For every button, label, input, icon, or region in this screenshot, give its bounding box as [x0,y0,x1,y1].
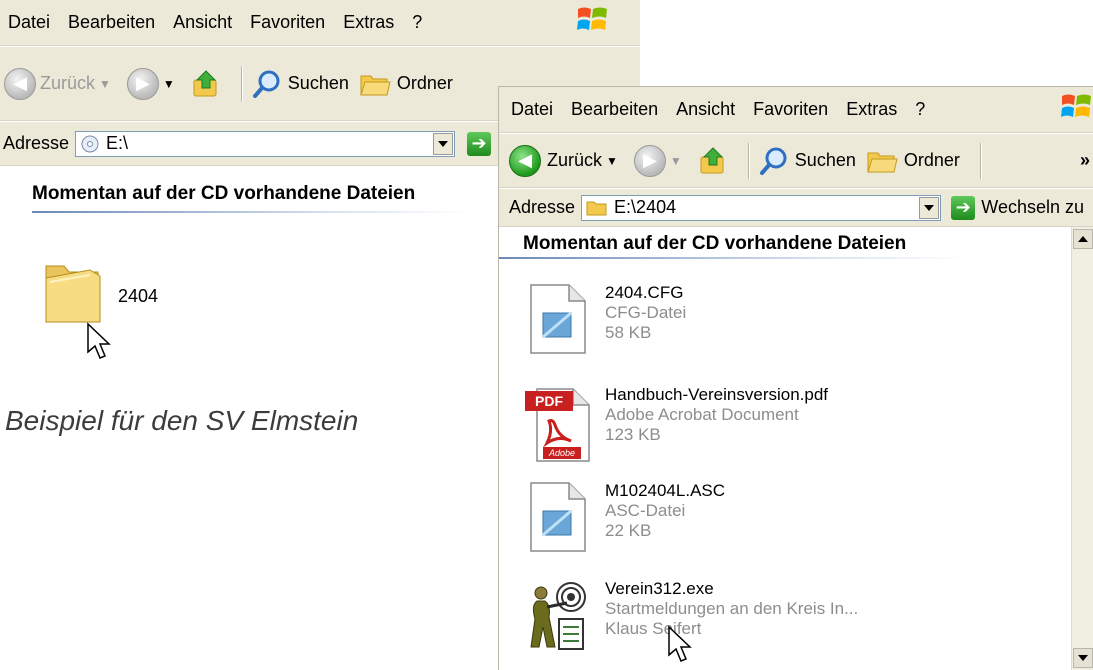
caption-text: Beispiel für den SV Elmstein [5,405,359,436]
folders-label: Ordner [396,73,453,93]
address-value: E:\ [106,133,129,153]
mouse-cursor-icon [668,625,692,662]
section-heading: Momentan auf der CD vorhandene Dateien [523,233,907,254]
up-folder-icon [193,69,217,96]
chevron-down-icon: ▼ [669,153,682,168]
menu-favoriten[interactable]: Favoriten [250,12,325,33]
search-button[interactable]: Suchen [252,69,349,99]
chevron-down-icon: ▼ [99,76,111,91]
back-arrow-icon: ◀ [509,144,541,177]
file-type: Adobe Acrobat Document [605,405,799,424]
file-type: ASC-Datei [605,501,686,520]
folder-item-2404[interactable]: 2404 [42,256,158,324]
file-type: CFG-Datei [605,303,687,322]
shooter-exe-icon [530,582,586,650]
back-button[interactable]: ◀ Zurück ▼ [4,67,117,100]
back-label: Zurück [40,73,96,93]
folders-label: Ordner [903,150,960,170]
menu-ansicht[interactable]: Ansicht [676,99,735,120]
toolbar-overflow-button[interactable]: » [1080,150,1090,171]
file-size: 123 KB [605,425,661,444]
pdf-file-icon: PDF Adobe [525,388,590,462]
menu-help[interactable]: ? [915,99,925,120]
back-label: Zurück [547,150,603,170]
forward-button[interactable]: ▶ ▼ [126,67,181,100]
search-label: Suchen [794,150,856,170]
file-name: Verein312.exe [605,579,714,598]
menu-datei[interactable]: Datei [8,12,50,33]
menu-extras[interactable]: Extras [846,99,897,120]
address-bar: Adresse E:\2404 ➔ Wechseln zu [499,189,1093,227]
file-item[interactable]: 2404.CFG CFG-Datei 58 KB [527,283,686,355]
go-button[interactable]: ➔ Wechseln zu [951,195,1084,220]
go-label: Wechseln zu [981,197,1084,217]
file-size: 22 KB [605,521,652,540]
address-label: Adresse [3,133,70,153]
go-arrow-icon: ➔ [951,195,976,220]
back-arrow-icon: ◀ [4,67,36,100]
menu-help[interactable]: ? [412,12,422,33]
menu-favoriten[interactable]: Favoriten [753,99,828,120]
search-icon [759,147,787,175]
menu-ansicht[interactable]: Ansicht [173,12,232,33]
folders-button[interactable]: Ordner [359,70,453,98]
vertical-scrollbar[interactable] [1071,227,1093,670]
search-label: Suchen [287,73,349,93]
file-company: Klaus Seifert [605,619,702,638]
adobe-brand: Adobe [548,448,575,458]
address-dropdown-button[interactable] [919,196,940,219]
heading-divider [32,211,472,213]
mouse-cursor-icon [87,322,111,359]
address-label: Adresse [509,197,576,217]
toolbar: ◀ Zurück ▼ ▶ ▼ Suchen O [499,134,1093,188]
menu-bar: Datei Bearbeiten Ansicht Favoriten Extra… [0,0,640,46]
scroll-up-button[interactable] [1073,229,1093,249]
menu-datei[interactable]: Datei [511,99,553,120]
file-name: 2404.CFG [605,283,684,302]
windows-logo-icon [1060,92,1093,127]
address-input[interactable]: E:\2404 [581,194,942,221]
heading-divider [499,257,969,259]
section-heading: Momentan auf der CD vorhandene Dateien [32,183,416,204]
menu-extras[interactable]: Extras [343,12,394,33]
windows-logo-icon [576,5,610,40]
explorer-window-front: Datei Bearbeiten Ansicht Favoriten Extra… [498,86,1093,670]
menu-bearbeiten[interactable]: Bearbeiten [571,99,658,120]
forward-button[interactable]: ▶ ▼ [633,144,688,177]
pdf-badge: PDF [535,393,563,409]
back-button[interactable]: ◀ Zurück ▼ [509,144,624,177]
folder-name: 2404 [118,286,159,306]
folder-icon [45,265,101,323]
file-size: 58 KB [605,323,652,342]
file-description: Startmeldungen an den Kreis In... [605,599,859,618]
generic-file-icon [530,482,586,552]
generic-file-icon [530,284,586,354]
address-value: E:\2404 [614,197,677,217]
scroll-down-button[interactable] [1073,648,1093,668]
chevron-down-icon: ▼ [606,153,618,168]
folder-icon [586,201,607,215]
forward-arrow-icon: ▶ [633,144,666,177]
chevron-down-icon: ▼ [162,76,175,91]
folders-icon [360,75,391,95]
search-button[interactable]: Suchen [759,146,856,176]
file-item[interactable]: PDF Adobe Handbuch-Vereinsversion.pdf Ad… [523,385,828,465]
folders-button[interactable]: Ordner [866,147,960,175]
address-dropdown-button[interactable] [433,132,454,155]
file-item[interactable]: M102404L.ASC ASC-Datei 22 KB [527,481,725,553]
up-folder-icon [700,146,724,173]
up-folder-button[interactable] [191,68,221,100]
forward-arrow-icon: ▶ [126,67,159,100]
menu-bar: Datei Bearbeiten Ansicht Favoriten Extra… [499,87,1093,133]
folders-icon [867,152,898,172]
up-folder-button[interactable] [698,145,728,177]
search-icon [252,70,280,98]
cd-drive-icon [81,135,99,152]
menu-bearbeiten[interactable]: Bearbeiten [68,12,155,33]
address-input[interactable]: E:\ [75,130,456,157]
file-name: Handbuch-Vereinsversion.pdf [605,385,829,404]
go-arrow-icon[interactable]: ➔ [467,131,492,156]
file-name: M102404L.ASC [605,481,726,500]
